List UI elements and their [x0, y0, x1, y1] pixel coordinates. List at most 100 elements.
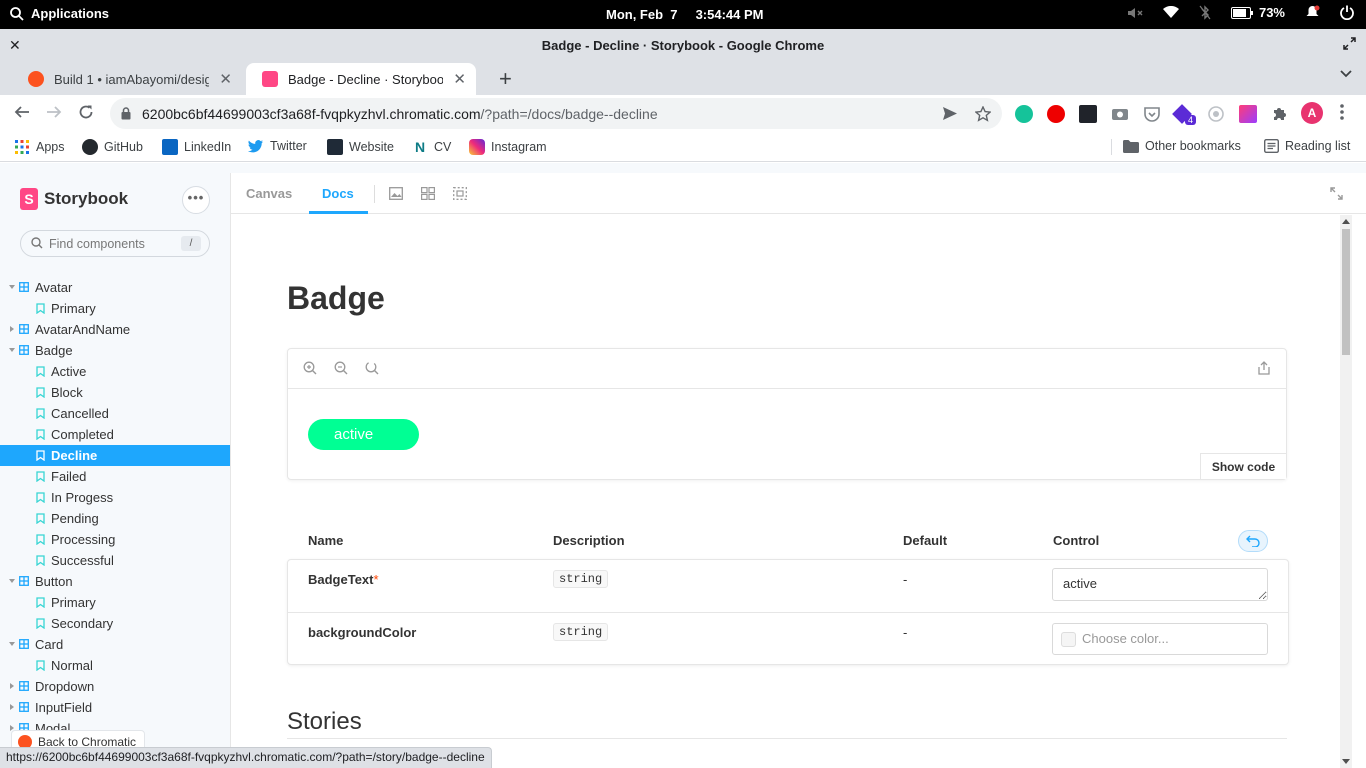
url-host: 6200bc6bf44699003cf3a68f-fvqpkyzhvl.chro…: [142, 106, 481, 122]
docs-scrollbar[interactable]: [1340, 215, 1352, 768]
tree-component[interactable]: InputField: [0, 697, 230, 718]
story-bookmark-icon: [36, 597, 45, 608]
tree-component[interactable]: Avatar: [0, 277, 230, 298]
applications-menu[interactable]: Applications: [10, 6, 109, 21]
tree-story[interactable]: Active: [0, 361, 230, 382]
camera-icon[interactable]: [1111, 105, 1129, 123]
tab-canvas[interactable]: Canvas: [246, 186, 292, 201]
fullscreen-icon[interactable]: [1330, 187, 1343, 200]
profile-avatar[interactable]: A: [1301, 102, 1323, 124]
tree-story[interactable]: Normal: [0, 655, 230, 676]
grammarly-icon[interactable]: [1015, 105, 1033, 123]
tree-story[interactable]: Successful: [0, 550, 230, 571]
scroll-up-arrow[interactable]: [1342, 219, 1350, 224]
tree-component[interactable]: Button: [0, 571, 230, 592]
tab-search-chevron-icon[interactable]: [1340, 70, 1352, 78]
tree-item-label: Normal: [51, 658, 93, 673]
scroll-thumb[interactable]: [1342, 229, 1350, 355]
reload-icon[interactable]: [78, 104, 94, 120]
system-tray[interactable]: 73%: [1127, 5, 1354, 20]
search-input[interactable]: [49, 235, 179, 253]
tree-story[interactable]: In Progess: [0, 487, 230, 508]
zoom-in-icon[interactable]: [303, 361, 317, 375]
new-tab-button[interactable]: +: [499, 66, 512, 92]
bookmark-cv[interactable]: N CV: [412, 139, 451, 155]
bookmark-linkedin[interactable]: LinkedIn: [162, 139, 231, 155]
gradient-extension-icon[interactable]: [1239, 105, 1257, 123]
adblock-icon[interactable]: [1047, 105, 1065, 123]
tree-component[interactable]: Badge: [0, 340, 230, 361]
tab-storybook-badge[interactable]: Badge - Decline · Storybook ✕: [246, 63, 476, 95]
share-icon[interactable]: [1258, 361, 1270, 375]
story-bookmark-icon: [36, 618, 45, 629]
restore-window-icon[interactable]: [1343, 37, 1356, 50]
tree-story[interactable]: Pending: [0, 508, 230, 529]
bookmark-label: Twitter: [270, 139, 307, 153]
bookmarks-bar: Apps GitHub LinkedIn Twitter Website N C…: [0, 132, 1366, 162]
tree-story[interactable]: Cancelled: [0, 403, 230, 424]
extensions-puzzle-icon[interactable]: [1271, 105, 1289, 123]
badge-text-control[interactable]: [1052, 568, 1268, 601]
extension-circle-icon[interactable]: [1207, 105, 1225, 123]
tree-story[interactable]: Block: [0, 382, 230, 403]
zoom-reset-icon[interactable]: [365, 361, 379, 375]
bookmark-star-icon[interactable]: [975, 106, 991, 122]
tree-story[interactable]: Secondary: [0, 613, 230, 634]
chrome-menu-icon[interactable]: [1340, 104, 1344, 120]
close-tab-icon[interactable]: ✕: [453, 70, 466, 88]
reset-controls-button[interactable]: [1238, 530, 1268, 552]
tree-item-label: Cancelled: [51, 406, 109, 421]
reading-list-icon: [1264, 139, 1279, 153]
apps-grid-icon: [15, 140, 29, 154]
background-image-icon[interactable]: [389, 187, 403, 200]
bookmark-label: Reading list: [1285, 139, 1351, 153]
address-bar[interactable]: 6200bc6bf44699003cf3a68f-fvqpkyzhvl.chro…: [110, 98, 1002, 129]
tree-component[interactable]: Card: [0, 634, 230, 655]
tree-story[interactable]: Primary: [0, 298, 230, 319]
storybook-toolbar: Canvas Docs: [231, 173, 1366, 214]
notion-icon: N: [412, 139, 428, 155]
settings-menu-button[interactable]: •••: [182, 186, 210, 214]
storybook-logo[interactable]: S Storybook: [20, 188, 128, 210]
clock[interactable]: Mon, Feb 7 3:54:44 PM: [606, 7, 763, 22]
url-text[interactable]: 6200bc6bf44699003cf3a68f-fvqpkyzhvl.chro…: [142, 106, 658, 122]
color-input[interactable]: [1082, 631, 1252, 646]
tab-chromatic-build[interactable]: Build 1 • iamAbayomi/design-sy ✕: [12, 63, 242, 95]
volume-muted-icon: [1127, 7, 1143, 18]
tree-component[interactable]: Dropdown: [0, 676, 230, 697]
bookmark-instagram[interactable]: Instagram: [469, 139, 547, 155]
bookmark-twitter[interactable]: Twitter: [248, 139, 307, 153]
component-search[interactable]: /: [20, 230, 210, 257]
arg-name-text: BadgeText: [308, 572, 374, 587]
pocket-icon[interactable]: [1143, 105, 1161, 123]
grid-icon[interactable]: [421, 187, 435, 200]
story-bookmark-icon: [36, 513, 45, 524]
table-row: backgroundColor string -: [288, 612, 1288, 664]
bookmark-github[interactable]: GitHub: [82, 139, 143, 155]
forward-icon[interactable]: [46, 104, 62, 120]
tree-story[interactable]: Completed: [0, 424, 230, 445]
bookmark-apps[interactable]: Apps: [14, 139, 65, 155]
tree-story[interactable]: Decline: [0, 445, 230, 466]
tree-story[interactable]: Primary: [0, 592, 230, 613]
back-icon[interactable]: [14, 104, 30, 120]
bookmark-other[interactable]: Other bookmarks: [1123, 139, 1241, 153]
tree-story[interactable]: Failed: [0, 466, 230, 487]
outline-icon[interactable]: [453, 187, 467, 200]
send-tab-icon[interactable]: [942, 106, 958, 121]
tree-story[interactable]: Processing: [0, 529, 230, 550]
react-devtools-icon[interactable]: [1079, 105, 1097, 123]
bookmark-website[interactable]: Website: [327, 139, 394, 155]
tree-item-label: Failed: [51, 469, 87, 484]
color-picker-control[interactable]: [1052, 623, 1268, 655]
table-row: BadgeText* string -: [288, 560, 1288, 612]
zoom-out-icon[interactable]: [334, 361, 348, 375]
reading-list[interactable]: Reading list: [1264, 139, 1350, 153]
tree-item-label: Avatar: [35, 280, 73, 295]
scroll-down-arrow[interactable]: [1342, 759, 1350, 764]
show-code-button[interactable]: Show code: [1200, 453, 1286, 479]
close-tab-icon[interactable]: ✕: [219, 70, 232, 88]
tree-component[interactable]: AvatarAndName: [0, 319, 230, 340]
color-swatch[interactable]: [1061, 632, 1076, 647]
tab-docs[interactable]: Docs: [322, 186, 354, 201]
